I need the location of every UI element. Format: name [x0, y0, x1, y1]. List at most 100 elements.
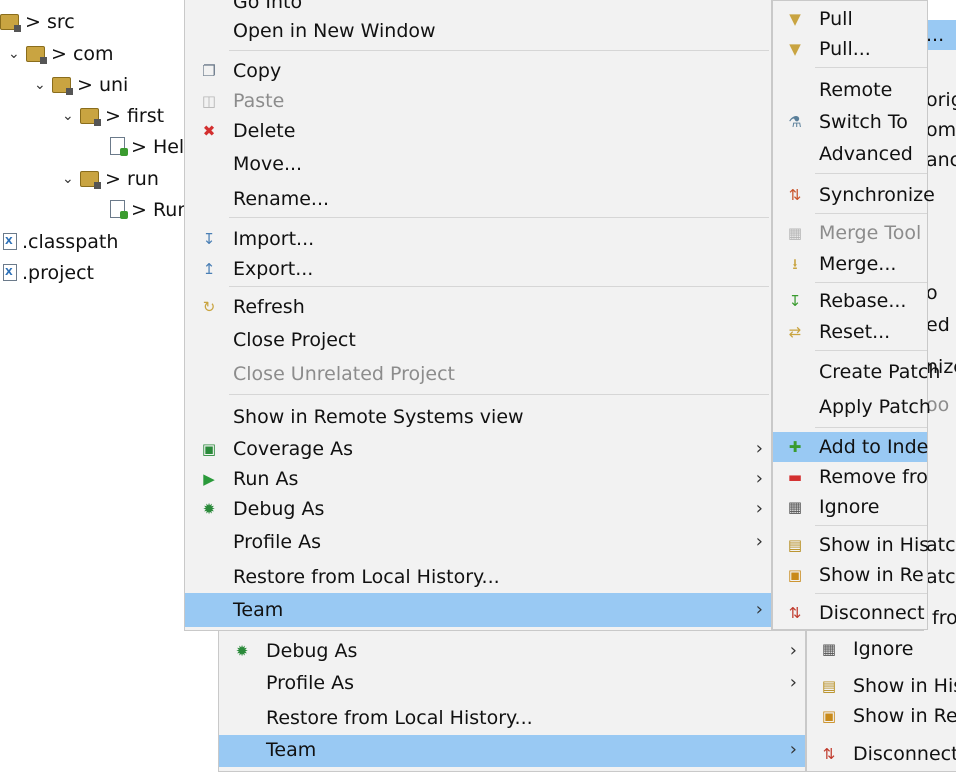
- team-item-remote[interactable]: Remote: [773, 75, 927, 105]
- menu-item-delete[interactable]: ✖ Delete: [185, 116, 771, 146]
- chevron-down-icon[interactable]: ⌄: [62, 102, 74, 130]
- team-item-disconnect[interactable]: ⇅ Disconnect: [773, 598, 927, 628]
- tree-node-classpath[interactable]: .classpath: [3, 228, 118, 256]
- separator: [815, 350, 927, 351]
- team-item-synchronize[interactable]: ⇅ Synchronize: [773, 180, 935, 210]
- separator: [229, 217, 769, 218]
- team-item-reset[interactable]: ⇄ Reset...: [773, 317, 927, 347]
- menu-item-copy[interactable]: ❐ Copy: [185, 56, 771, 86]
- remove-icon: ▬: [787, 468, 803, 486]
- team-item-show-repo[interactable]: ▣ Show in Re: [807, 701, 956, 731]
- menu-item-close-unrelated[interactable]: Close Unrelated Project: [185, 359, 771, 389]
- separator: [229, 50, 769, 51]
- separator: [815, 282, 927, 283]
- package-icon: [0, 14, 21, 32]
- git-repo-icon: ▣: [787, 566, 803, 584]
- separator: [815, 67, 927, 68]
- tree-node-run[interactable]: ⌄ > run: [62, 165, 159, 193]
- package-icon: [80, 108, 101, 126]
- rebase-icon: ↧: [788, 292, 802, 310]
- menu-item-close-project[interactable]: Close Project: [185, 325, 771, 355]
- team-item-add-to-index[interactable]: ✚ Add to Inde: [773, 432, 928, 462]
- tree-node-uni[interactable]: ⌄ > uni: [34, 71, 128, 99]
- ignore-icon: ▦: [821, 640, 837, 658]
- team-item-show-history[interactable]: ▤ Show in His: [807, 671, 956, 701]
- history-icon: ▤: [821, 677, 837, 695]
- team-item-advanced[interactable]: Advanced: [773, 139, 927, 169]
- chevron-right-icon: ›: [789, 640, 797, 661]
- team-item-switch-to[interactable]: ⚗ Switch To: [773, 107, 927, 137]
- menu-item-go-into[interactable]: Go Into: [185, 0, 771, 17]
- menu-item-team[interactable]: Team ›: [185, 593, 771, 627]
- paste-icon: ◫: [201, 92, 217, 110]
- menu-item-coverage-as[interactable]: ▣ Coverage As ›: [185, 434, 771, 464]
- team-item-ignore[interactable]: ▦ Ignore: [773, 492, 927, 522]
- package-icon: [26, 46, 47, 64]
- xml-file-icon: [3, 228, 17, 256]
- menu-item-debug-as[interactable]: ✹ Debug As ›: [219, 636, 805, 666]
- team-item-show-repo[interactable]: ▣ Show in Re: [773, 560, 927, 590]
- menu-item-profile-as[interactable]: Profile As ›: [219, 668, 805, 698]
- coverage-icon: ▣: [201, 440, 217, 458]
- menu-item-move[interactable]: Move...: [185, 149, 771, 179]
- chevron-right-icon: ›: [789, 672, 797, 693]
- chevron-right-icon: ›: [755, 498, 763, 519]
- menu-item-show-remote[interactable]: Show in Remote Systems view: [185, 402, 771, 432]
- team-item-merge[interactable]: ⭳ Merge...: [773, 249, 927, 279]
- chevron-right-icon: ›: [755, 468, 763, 489]
- separator: [815, 213, 927, 214]
- menu-item-run-as[interactable]: ▶ Run As ›: [185, 464, 771, 494]
- package-icon: [80, 171, 101, 189]
- bug-icon: ✹: [202, 500, 216, 518]
- tree-node-first[interactable]: ⌄ > first: [62, 102, 164, 130]
- menu-item-rename[interactable]: Rename...: [185, 184, 771, 214]
- team-item-pull[interactable]: ▼ Pull: [773, 4, 927, 34]
- export-icon: ↥: [202, 260, 216, 278]
- chevron-right-icon: ›: [789, 739, 797, 760]
- menu-item-restore-history[interactable]: Restore from Local History...: [185, 562, 771, 592]
- add-icon: ✚: [788, 438, 802, 456]
- tree-node-com[interactable]: ⌄ > com: [8, 40, 114, 68]
- menu-item-debug-as[interactable]: ✹ Debug As ›: [185, 494, 771, 524]
- separator: [815, 525, 927, 526]
- chevron-down-icon[interactable]: ⌄: [62, 165, 74, 193]
- menu-item-paste[interactable]: ◫ Paste: [185, 86, 771, 116]
- tree-node-project[interactable]: .project: [3, 259, 94, 287]
- menu-item-profile-as[interactable]: Profile As ›: [185, 527, 771, 557]
- team-item-create-patch[interactable]: Create Patch: [773, 357, 940, 387]
- import-icon: ↧: [202, 230, 216, 248]
- git-repo-icon: ▣: [821, 707, 837, 725]
- menu-item-export[interactable]: ↥ Export...: [185, 254, 771, 284]
- tree-node-run-java[interactable]: > Rur: [110, 196, 185, 224]
- menu-item-restore-history[interactable]: Restore from Local History...: [219, 703, 805, 733]
- chevron-down-icon[interactable]: ⌄: [34, 71, 46, 99]
- team-item-show-history[interactable]: ▤ Show in His: [773, 530, 929, 560]
- package-icon: [52, 77, 73, 95]
- synchronize-icon: ⇅: [788, 186, 802, 204]
- team-item-pull-dots[interactable]: ▼ Pull...: [773, 34, 927, 64]
- delete-icon: ✖: [202, 122, 216, 140]
- team-item-rebase[interactable]: ↧ Rebase...: [773, 286, 927, 316]
- team-item-merge-tool[interactable]: ▦ Merge Tool: [773, 218, 927, 248]
- branch-icon: ⚗: [788, 113, 802, 131]
- menu-item-team[interactable]: Team ›: [219, 735, 805, 767]
- tree-node-hello-java[interactable]: > Hel: [110, 133, 184, 161]
- team-submenu-ghost: ▦ Ignore ▤ Show in His ▣ Show in Re ⇅ Di…: [806, 630, 956, 772]
- run-icon: ▶: [203, 470, 215, 488]
- team-item-remove-from[interactable]: ▬ Remove fro: [773, 462, 928, 492]
- refresh-icon: ↻: [202, 298, 216, 316]
- java-file-icon: [110, 137, 128, 156]
- context-menu-ghost: ✹ Debug As › Profile As › Restore from L…: [218, 630, 806, 772]
- tree-node-src[interactable]: > src: [0, 8, 75, 36]
- menu-item-refresh[interactable]: ↻ Refresh: [185, 292, 771, 322]
- copy-icon: ❐: [202, 62, 216, 80]
- chevron-right-icon: ›: [755, 531, 763, 552]
- menu-item-import[interactable]: ↧ Import...: [185, 224, 771, 254]
- menu-item-open-new-window[interactable]: Open in New Window: [185, 16, 771, 46]
- chevron-down-icon[interactable]: ⌄: [8, 40, 20, 68]
- ignore-icon: ▦: [787, 498, 803, 516]
- merge-icon: ⭳: [792, 255, 798, 273]
- team-item-disconnect[interactable]: ⇅ Disconnect: [807, 739, 956, 769]
- xml-file-icon: [3, 259, 17, 287]
- team-item-apply-patch[interactable]: Apply Patch: [773, 392, 931, 422]
